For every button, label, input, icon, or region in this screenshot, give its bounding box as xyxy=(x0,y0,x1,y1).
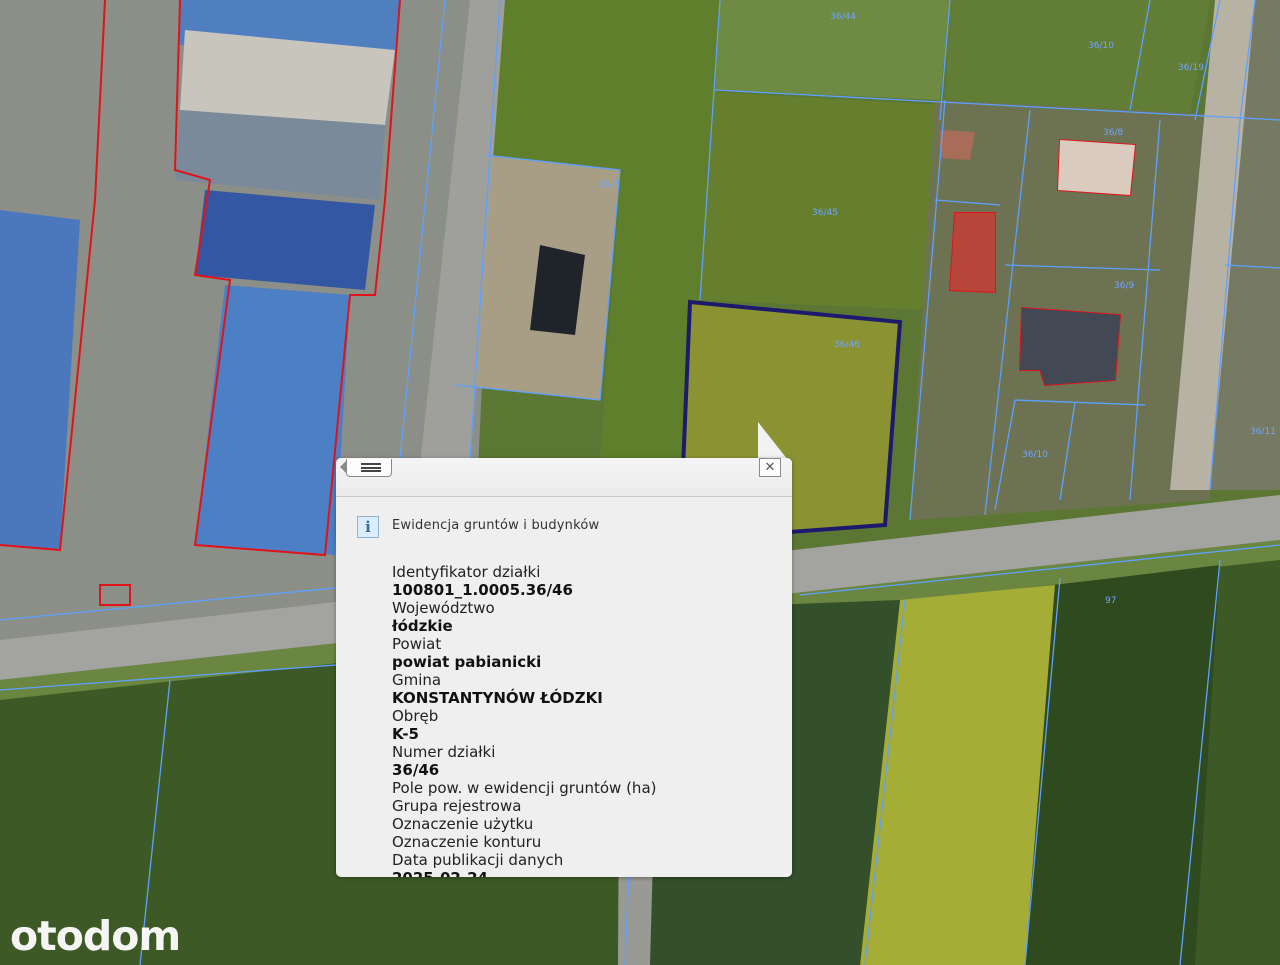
popup-pointer xyxy=(758,422,788,460)
field-label: Obręb xyxy=(392,707,439,725)
field-value: 100801_1.0005.36/46 xyxy=(392,581,573,599)
field-label: Powiat xyxy=(392,635,442,653)
plot-label-36-10: 36/10 xyxy=(1088,41,1114,51)
field-label: Gmina xyxy=(392,671,442,689)
parcel-fields: Identyfikator działki 100801_1.0005.36/4… xyxy=(392,563,782,877)
plot-label-36-44: 36/44 xyxy=(830,12,856,22)
field-label: Data publikacji danych xyxy=(392,851,564,869)
list-back-icon[interactable] xyxy=(340,459,392,477)
popup-title: Ewidencja gruntów i budynków xyxy=(392,518,600,533)
field-value: łódzkie xyxy=(392,617,453,635)
field-label: Numer działki xyxy=(392,743,496,761)
field-value: KONSTANTYNÓW ŁÓDZKI xyxy=(392,689,603,707)
popup-header: ✕ xyxy=(336,458,792,497)
field-value: powiat pabianicki xyxy=(392,653,542,671)
close-icon[interactable]: ✕ xyxy=(759,458,781,477)
field-label: Oznaczenie konturu xyxy=(392,833,542,851)
plot-label-97: 97 xyxy=(1105,596,1116,606)
otodom-watermark: otodom xyxy=(10,912,181,960)
plot-label-36-9: 36/9 xyxy=(1114,281,1134,291)
field-label: Oznaczenie użytku xyxy=(392,815,534,833)
plot-label-36-8: 36/8 xyxy=(1103,128,1123,138)
field-label: Województwo xyxy=(392,599,495,617)
field-value-truncated: 2025-02-24 xyxy=(392,869,782,877)
plot-label-36-10-b: 36/10 xyxy=(1022,450,1048,460)
plot-label-36-45: 36/45 xyxy=(812,208,838,218)
plot-label-36-46: 36/46 xyxy=(834,340,860,350)
field-label: Identyfikator działki xyxy=(392,563,541,581)
plot-label-36-11: 36/11 xyxy=(1250,427,1276,437)
plot-label-35-7: 35/7 xyxy=(598,180,618,190)
info-icon: i xyxy=(357,516,379,538)
field-value: 36/46 xyxy=(392,761,440,779)
parcel-info-popup: ✕ i Ewidencja gruntów i budynków Identyf… xyxy=(336,458,792,877)
field-label: Grupa rejestrowa xyxy=(392,797,522,815)
field-value: K-5 xyxy=(392,725,419,743)
field-label: Pole pow. w ewidencji gruntów (ha) xyxy=(392,779,657,797)
plot-label-36-19: 36/19 xyxy=(1178,63,1204,73)
